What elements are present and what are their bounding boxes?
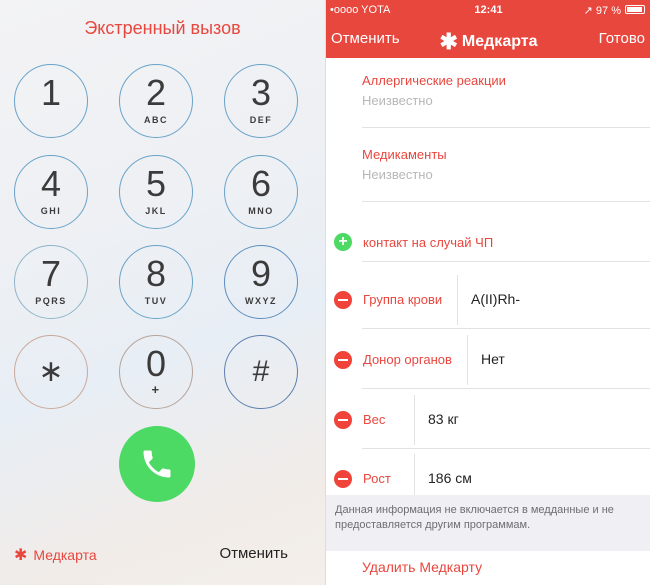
divider — [457, 275, 458, 325]
key-digit: 1 — [40, 72, 62, 113]
divider — [362, 127, 650, 128]
organ-donor-label: Донор органов — [363, 352, 452, 367]
cancel-button[interactable]: Отменить — [219, 545, 288, 562]
status-bar: •oooo YOTA 12:41 ↗ 97 % — [326, 0, 650, 20]
key-digit: 2 — [145, 72, 167, 113]
key-letters: ABC — [144, 115, 168, 125]
key-letters: TUV — [144, 296, 168, 306]
divider — [414, 395, 415, 445]
delete-section: Удалить Медкарту — [326, 551, 650, 585]
key-digit: 0 — [145, 343, 167, 384]
remove-button[interactable] — [334, 351, 352, 369]
blood-type-row: Группа крови A(II)Rh- — [326, 271, 650, 329]
status-battery-percent: ↗ 97 % — [583, 5, 621, 17]
emergency-call-screen: Экстренный вызов 1 2 ABC 3 DEF 4 GHI 5 J… — [0, 0, 325, 585]
key-digit: 8 — [145, 253, 167, 294]
remove-button[interactable] — [334, 411, 352, 429]
key-letters: JKL — [145, 206, 167, 216]
key-letters: + — [151, 382, 161, 397]
allergies-field[interactable]: Неизвестно — [362, 93, 433, 108]
privacy-note: Данная информация не включается в меддан… — [335, 504, 614, 531]
key-digit: 4 — [40, 163, 62, 204]
nav-title-text: Медкарта — [461, 33, 538, 50]
divider — [362, 388, 650, 389]
add-contact-button[interactable]: + — [334, 233, 352, 251]
medcard-link[interactable]: ✱ Медкарта — [14, 545, 97, 565]
allergies-label: Аллергические реакции — [362, 73, 506, 88]
medications-label: Медикаменты — [362, 147, 447, 162]
key-7[interactable]: 7 PQRS — [14, 245, 88, 319]
divider — [414, 454, 415, 495]
weight-value[interactable]: 83 кг — [428, 411, 459, 427]
key-digit: 9 — [250, 253, 272, 294]
key-digit: 6 — [250, 163, 272, 204]
remove-button[interactable] — [334, 470, 352, 488]
divider — [467, 335, 468, 385]
key-2[interactable]: 2 ABC — [119, 64, 193, 138]
remove-button[interactable] — [334, 291, 352, 309]
key-digit: 5 — [145, 163, 167, 204]
battery-icon — [625, 5, 645, 14]
key-9[interactable]: 9 WXYZ — [224, 245, 298, 319]
footer: Данная информация не включается в меддан… — [326, 495, 650, 585]
key-letters: GHI — [40, 206, 62, 216]
key-6[interactable]: 6 MNO — [224, 155, 298, 229]
key-1[interactable]: 1 — [14, 64, 88, 138]
call-button[interactable] — [119, 426, 195, 502]
divider — [362, 261, 650, 262]
key-5[interactable]: 5 JKL — [119, 155, 193, 229]
organ-donor-row: Донор органов Нет — [326, 331, 650, 389]
weight-label: Вес — [363, 412, 386, 427]
key-8[interactable]: 8 TUV — [119, 245, 193, 319]
add-emergency-contact-label[interactable]: контакт на случай ЧП — [363, 235, 493, 250]
done-button[interactable]: Готово — [599, 30, 645, 47]
key-3[interactable]: 3 DEF — [224, 64, 298, 138]
height-value[interactable]: 186 см — [428, 470, 472, 486]
divider — [362, 448, 650, 449]
weight-row: Вес 83 кг — [326, 391, 650, 449]
key-star[interactable]: ∗ — [14, 335, 88, 409]
divider — [362, 328, 650, 329]
medical-star-icon: ✱ — [439, 29, 458, 54]
height-label: Рост — [363, 471, 391, 486]
key-digit: # — [252, 355, 270, 388]
medical-id-screen: •oooo YOTA 12:41 ↗ 97 % Отменить ✱ Медкар… — [325, 0, 650, 585]
medcard-label: Медкарта — [33, 547, 97, 563]
key-digit: 7 — [40, 253, 62, 294]
key-letters: PQRS — [35, 296, 67, 306]
key-letters: DEF — [249, 115, 273, 125]
divider — [362, 201, 650, 202]
key-0[interactable]: 0 + — [119, 335, 193, 409]
delete-medical-id-button[interactable]: Удалить Медкарту — [362, 559, 482, 575]
medical-star-icon: ✱ — [14, 547, 28, 564]
height-row: Рост 186 см — [326, 450, 650, 495]
phone-icon — [143, 450, 171, 478]
key-4[interactable]: 4 GHI — [14, 155, 88, 229]
key-letters: MNO — [248, 206, 274, 216]
emergency-call-title: Экстренный вызов — [84, 18, 241, 38]
key-digit: ∗ — [38, 355, 64, 388]
organ-donor-value[interactable]: Нет — [481, 351, 505, 367]
key-letters: WXYZ — [245, 296, 277, 306]
blood-type-value[interactable]: A(II)Rh- — [471, 291, 520, 307]
medications-field[interactable]: Неизвестно — [362, 167, 433, 182]
blood-type-label: Группа крови — [363, 292, 443, 307]
nav-bar: Отменить ✱ Медкарта Готово — [326, 20, 650, 58]
key-hash[interactable]: # — [224, 335, 298, 409]
key-digit: 3 — [250, 72, 272, 113]
